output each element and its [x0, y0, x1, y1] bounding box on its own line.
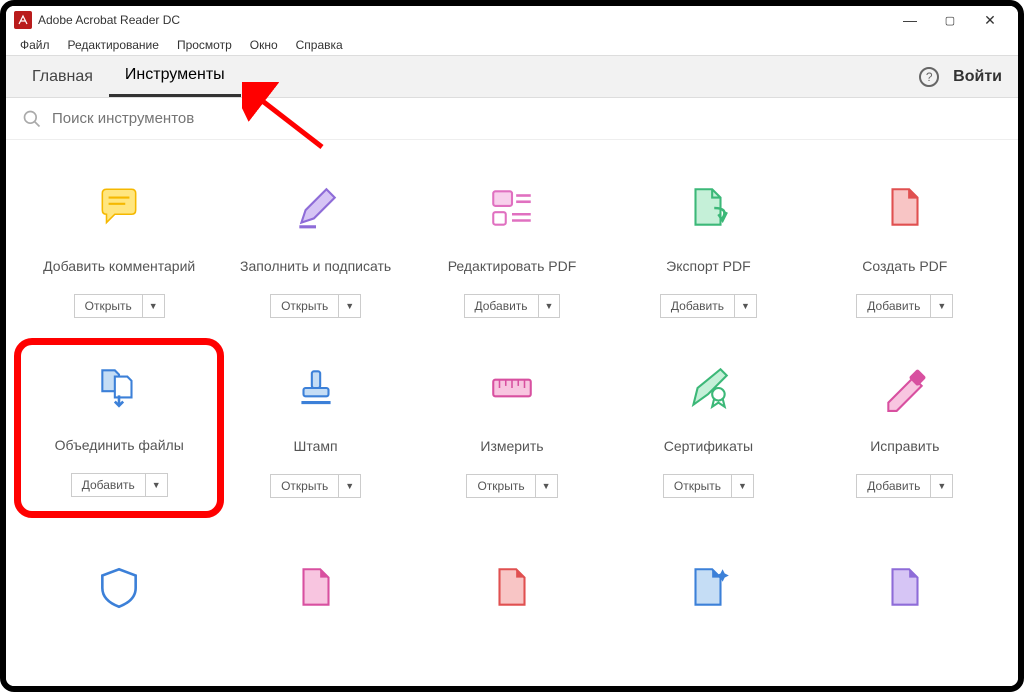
page-icon: [286, 558, 346, 618]
window-title: Adobe Acrobat Reader DC: [38, 13, 180, 27]
tool-fillsign-button[interactable]: Открыть▼: [270, 294, 361, 318]
minimize-button[interactable]: —: [890, 6, 930, 34]
measure-icon: [482, 358, 542, 418]
titlebar: Adobe Acrobat Reader DC — ▢ ✕: [6, 6, 1018, 34]
combine-icon: [89, 357, 149, 417]
tool-export[interactable]: Экспорт PDF Добавить▼: [615, 170, 801, 326]
menu-window[interactable]: Окно: [242, 36, 286, 54]
maximize-button[interactable]: ▢: [930, 6, 970, 34]
tool-edit[interactable]: Редактировать PDF Добавить▼: [419, 170, 605, 326]
create-icon: [875, 178, 935, 238]
tool-comment[interactable]: Добавить комментарий Открыть▼: [26, 170, 212, 326]
tabbar: Главная Инструменты ? Войти: [6, 56, 1018, 98]
redact-icon: [875, 358, 935, 418]
cert-icon: [678, 358, 738, 418]
search-icon: [22, 109, 42, 129]
tool-fillsign[interactable]: Заполнить и подписать Открыть▼: [222, 170, 408, 326]
help-icon[interactable]: ?: [919, 67, 939, 87]
shield-icon: [89, 558, 149, 618]
menu-file[interactable]: Файл: [12, 36, 58, 54]
tab-home[interactable]: Главная: [16, 58, 109, 96]
tool-cert[interactable]: Сертификаты Открыть▼: [615, 350, 801, 506]
menu-help[interactable]: Справка: [288, 36, 351, 54]
tool-export-button[interactable]: Добавить▼: [660, 294, 757, 318]
search-input[interactable]: [52, 110, 352, 127]
tool-peek-4[interactable]: [615, 550, 801, 636]
stamp-icon: [286, 358, 346, 418]
app-window: Adobe Acrobat Reader DC — ▢ ✕ Файл Редак…: [0, 0, 1024, 692]
sparkle-page-icon: [678, 558, 738, 618]
tool-measure[interactable]: Измерить Открыть▼: [419, 350, 605, 506]
tool-cert-button[interactable]: Открыть▼: [663, 474, 754, 498]
tool-redact[interactable]: Исправить Добавить▼: [812, 350, 998, 506]
page-icon: [482, 558, 542, 618]
tool-edit-button[interactable]: Добавить▼: [464, 294, 561, 318]
tool-measure-button[interactable]: Открыть▼: [466, 474, 557, 498]
edit-icon: [482, 178, 542, 238]
menu-edit[interactable]: Редактирование: [60, 36, 167, 54]
tool-peek-2[interactable]: [222, 550, 408, 636]
menu-view[interactable]: Просмотр: [169, 36, 240, 54]
tool-combine[interactable]: Объединить файлы Добавить▼: [14, 338, 224, 518]
menubar: Файл Редактирование Просмотр Окно Справк…: [6, 34, 1018, 56]
search-bar: [6, 98, 1018, 140]
page-icon: [875, 558, 935, 618]
tool-peek-3[interactable]: [419, 550, 605, 636]
tool-stamp-button[interactable]: Открыть▼: [270, 474, 361, 498]
window-controls: — ▢ ✕: [890, 6, 1010, 34]
comment-icon: [89, 178, 149, 238]
app-icon: [14, 11, 32, 29]
tool-create[interactable]: Создать PDF Добавить▼: [812, 170, 998, 326]
tool-combine-button[interactable]: Добавить▼: [71, 473, 168, 497]
tool-create-button[interactable]: Добавить▼: [856, 294, 953, 318]
fillsign-icon: [286, 178, 346, 238]
tool-stamp[interactable]: Штамп Открыть▼: [222, 350, 408, 506]
tool-peek-1[interactable]: [26, 550, 212, 636]
tool-peek-5[interactable]: [812, 550, 998, 636]
tool-redact-button[interactable]: Добавить▼: [856, 474, 953, 498]
tab-tools[interactable]: Инструменты: [109, 56, 241, 97]
tool-comment-button[interactable]: Открыть▼: [74, 294, 165, 318]
export-icon: [678, 178, 738, 238]
close-button[interactable]: ✕: [970, 6, 1010, 34]
signin-button[interactable]: Войти: [953, 68, 1008, 86]
tools-content: Добавить комментарий Открыть▼ Заполнить …: [6, 140, 1018, 686]
